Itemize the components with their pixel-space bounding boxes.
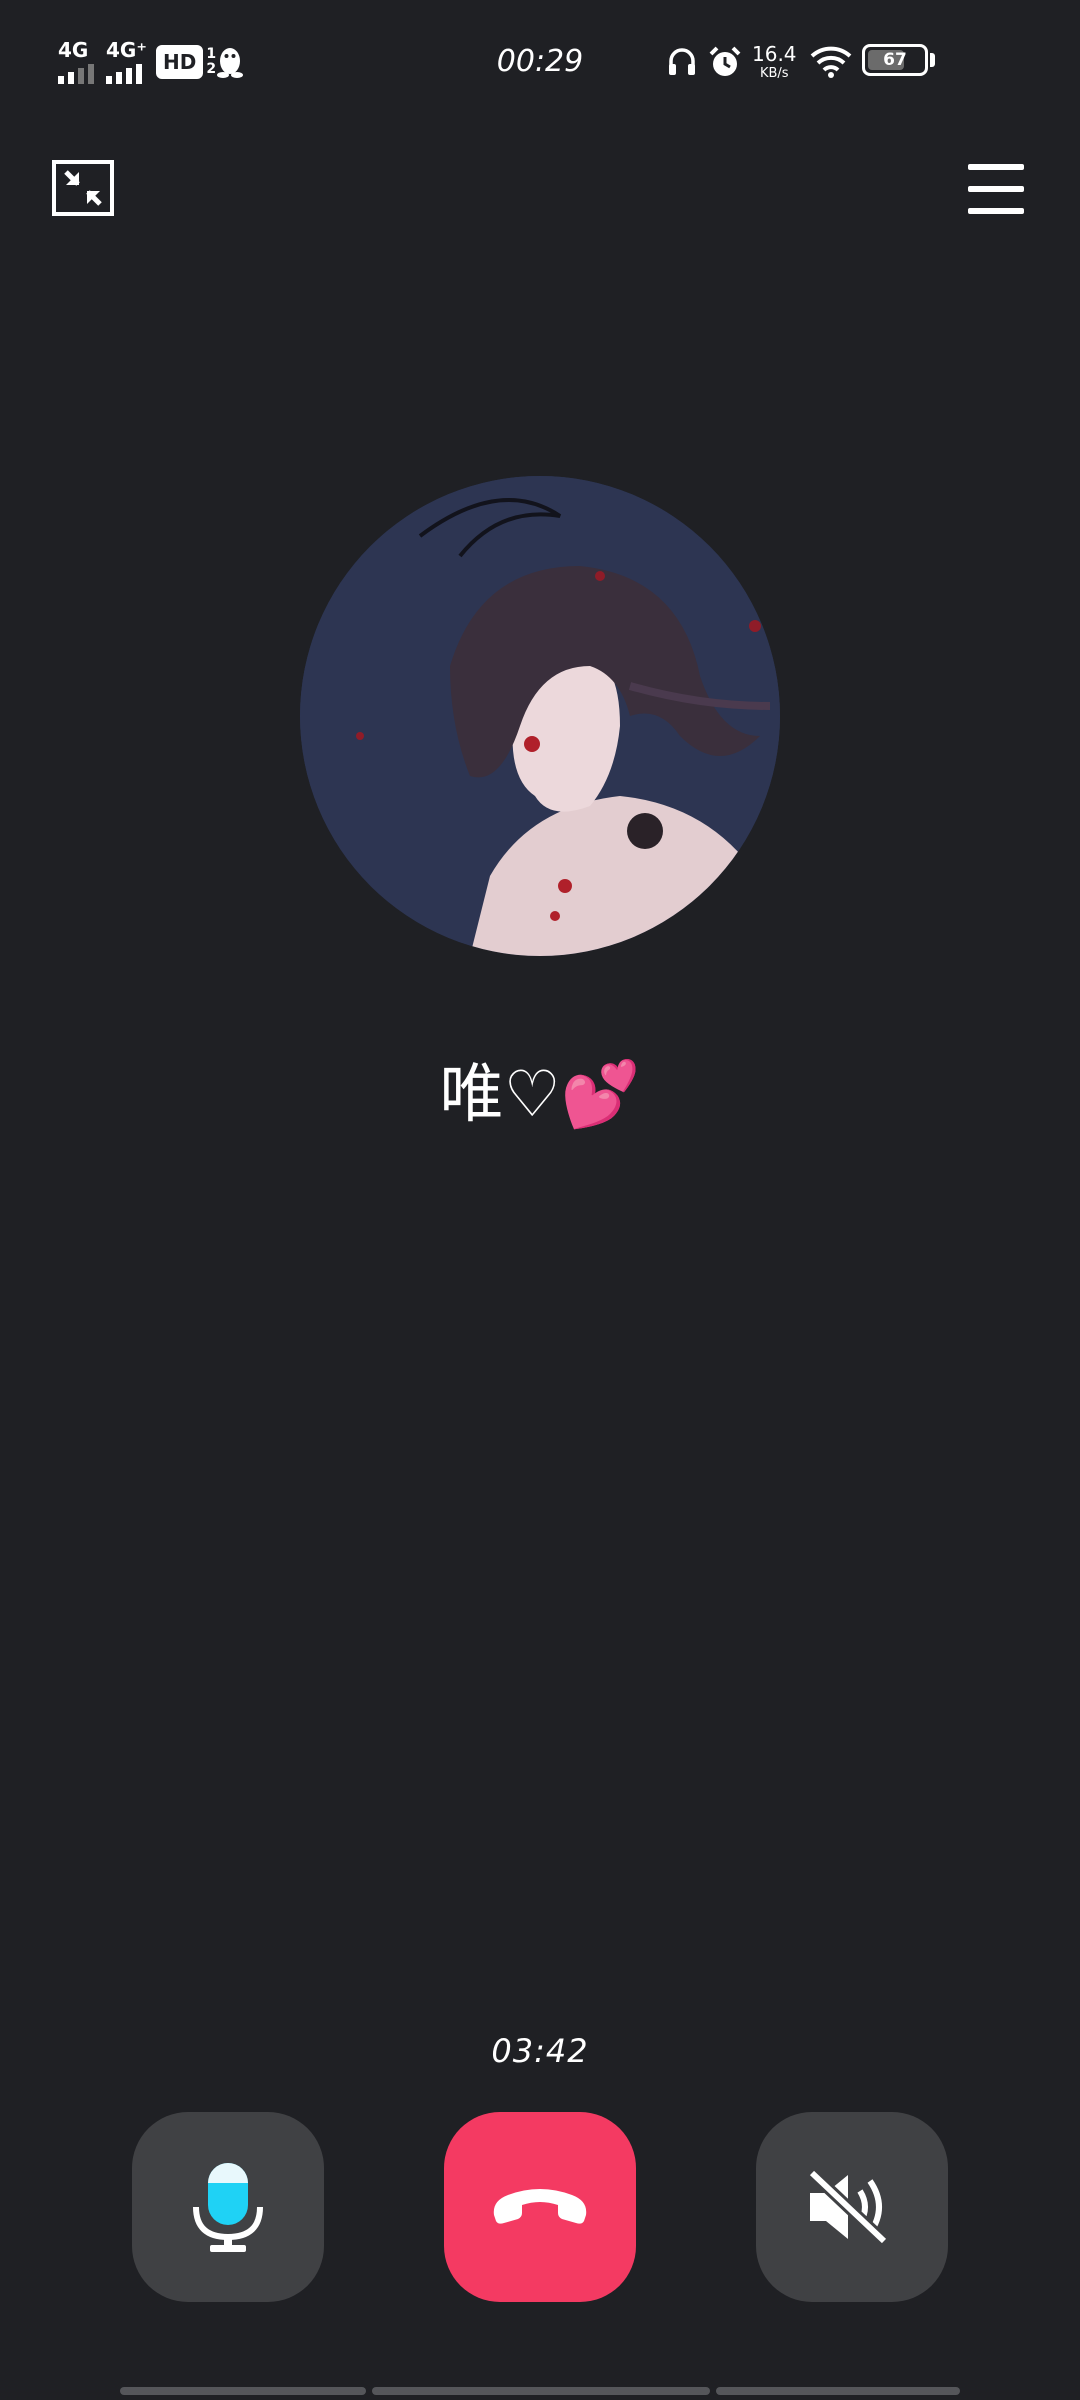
microphone-icon (193, 2163, 263, 2252)
signal-4g-1: 4G (58, 40, 94, 84)
hd-sub-bottom: 2 (206, 61, 217, 77)
headphones-icon (666, 40, 698, 84)
voice-call-screen: 4G 4G⁺ HD 1 2 00:29 16.4 KB/s 67 唯♡💕 03:… (0, 0, 1080, 2400)
hamburger-menu-icon (968, 164, 1024, 170)
net-speed-unit: KB/s (759, 66, 789, 81)
contact-name: 唯♡💕 (439, 1058, 641, 1132)
contact-avatar (300, 476, 780, 956)
hd-voice-indicator: HD 1 2 (156, 40, 216, 84)
hang-up-button[interactable] (444, 2112, 636, 2302)
hang-up-phone-icon (493, 2189, 587, 2224)
menu-button[interactable] (968, 164, 1024, 214)
speaker-muted-icon (807, 2168, 889, 2246)
minimize-button[interactable] (52, 160, 114, 216)
navigation-gesture-bar[interactable] (120, 2387, 960, 2395)
speaker-button[interactable] (756, 2112, 948, 2302)
signal-bars-icon (106, 64, 142, 84)
call-timer: 03:42 (491, 2032, 589, 2070)
status-bar: 4G 4G⁺ HD 1 2 00:29 16.4 KB/s 67 (0, 0, 1080, 125)
signal1-label: 4G (58, 38, 89, 62)
clock: 00:29 (496, 44, 584, 79)
mute-microphone-button[interactable] (132, 2112, 324, 2302)
signal-4g-2: 4G⁺ (106, 40, 147, 84)
alarm-icon (708, 40, 742, 84)
network-speed: 16.4 KB/s (752, 40, 797, 84)
qq-penguin-icon (216, 40, 244, 84)
battery-level: 67 (883, 50, 907, 70)
hd-sub-top: 1 (206, 46, 217, 62)
hd-label: HD (156, 45, 204, 79)
net-speed-value: 16.4 (752, 42, 797, 66)
battery-cap (930, 53, 935, 67)
signal2-label: 4G⁺ (106, 38, 147, 62)
battery-icon: 67 (862, 44, 928, 76)
wifi-icon (810, 40, 852, 84)
signal-bars-icon (58, 64, 94, 84)
minimize-icon (64, 170, 102, 206)
